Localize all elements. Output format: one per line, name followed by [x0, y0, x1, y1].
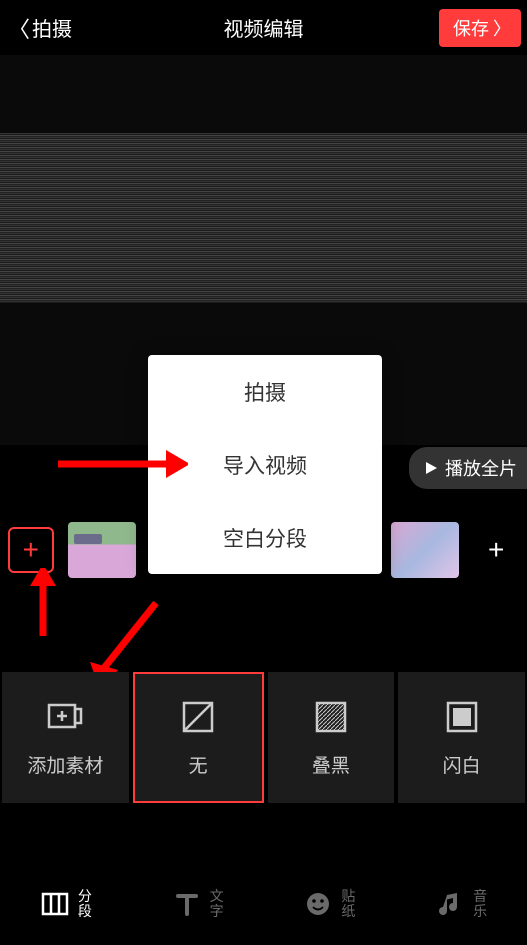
clip-thumbnail[interactable]	[68, 522, 136, 578]
sticker-icon	[303, 889, 333, 919]
segment-icon	[40, 889, 70, 919]
play-full-label: 播放全片	[445, 455, 517, 481]
play-full-button[interactable]: 播放全片	[409, 447, 527, 489]
preview-frame	[0, 133, 527, 303]
page-title: 视频编辑	[224, 13, 304, 42]
nav-sticker[interactable]: 贴纸	[264, 889, 396, 920]
back-label: 拍摄	[32, 13, 72, 42]
effect-label: 闪白	[443, 751, 481, 778]
plus-icon: +	[488, 534, 504, 566]
add-material-icon	[45, 697, 85, 737]
top-bar: 〈 拍摄 视频编辑 保存 〉	[0, 0, 527, 55]
bottom-nav: 分段 文字 贴纸 音乐	[0, 863, 527, 945]
music-icon	[435, 889, 465, 919]
chevron-left-icon: 〈	[8, 12, 30, 44]
back-button[interactable]: 〈 拍摄	[8, 12, 72, 44]
menu-item-import-video[interactable]: 导入视频	[148, 428, 382, 501]
nav-label: 文字	[210, 889, 224, 920]
transition-effects-row: 添加素材 无 叠黑 闪白	[0, 670, 527, 805]
clip-thumbnail[interactable]	[391, 522, 459, 578]
chevron-right-icon: 〉	[493, 15, 511, 41]
play-icon	[423, 460, 439, 476]
effect-label: 叠黑	[312, 751, 350, 778]
nav-label: 音乐	[473, 889, 487, 920]
add-clip-button-right[interactable]: +	[473, 527, 519, 573]
effect-label: 无	[189, 751, 208, 778]
effect-none[interactable]: 无	[133, 672, 264, 803]
nav-music[interactable]: 音乐	[395, 889, 527, 920]
nav-segment[interactable]: 分段	[0, 889, 132, 920]
plus-icon: +	[23, 534, 39, 566]
save-button[interactable]: 保存 〉	[439, 9, 521, 47]
add-clip-button[interactable]: +	[8, 527, 54, 573]
effect-flash-white[interactable]: 闪白	[398, 672, 525, 803]
effect-add-material[interactable]: 添加素材	[2, 672, 129, 803]
overlay-black-icon	[311, 697, 351, 737]
effect-overlay-black[interactable]: 叠黑	[268, 672, 395, 803]
flash-white-icon	[442, 697, 482, 737]
nav-text[interactable]: 文字	[132, 889, 264, 920]
menu-item-shoot[interactable]: 拍摄	[148, 355, 382, 428]
save-label: 保存	[453, 15, 489, 41]
none-icon	[178, 697, 218, 737]
menu-item-blank-segment[interactable]: 空白分段	[148, 501, 382, 574]
effect-label: 添加素材	[27, 751, 103, 778]
add-source-menu: 拍摄 导入视频 空白分段	[148, 355, 382, 574]
nav-label: 分段	[78, 889, 92, 920]
nav-label: 贴纸	[341, 889, 355, 920]
text-icon	[172, 889, 202, 919]
